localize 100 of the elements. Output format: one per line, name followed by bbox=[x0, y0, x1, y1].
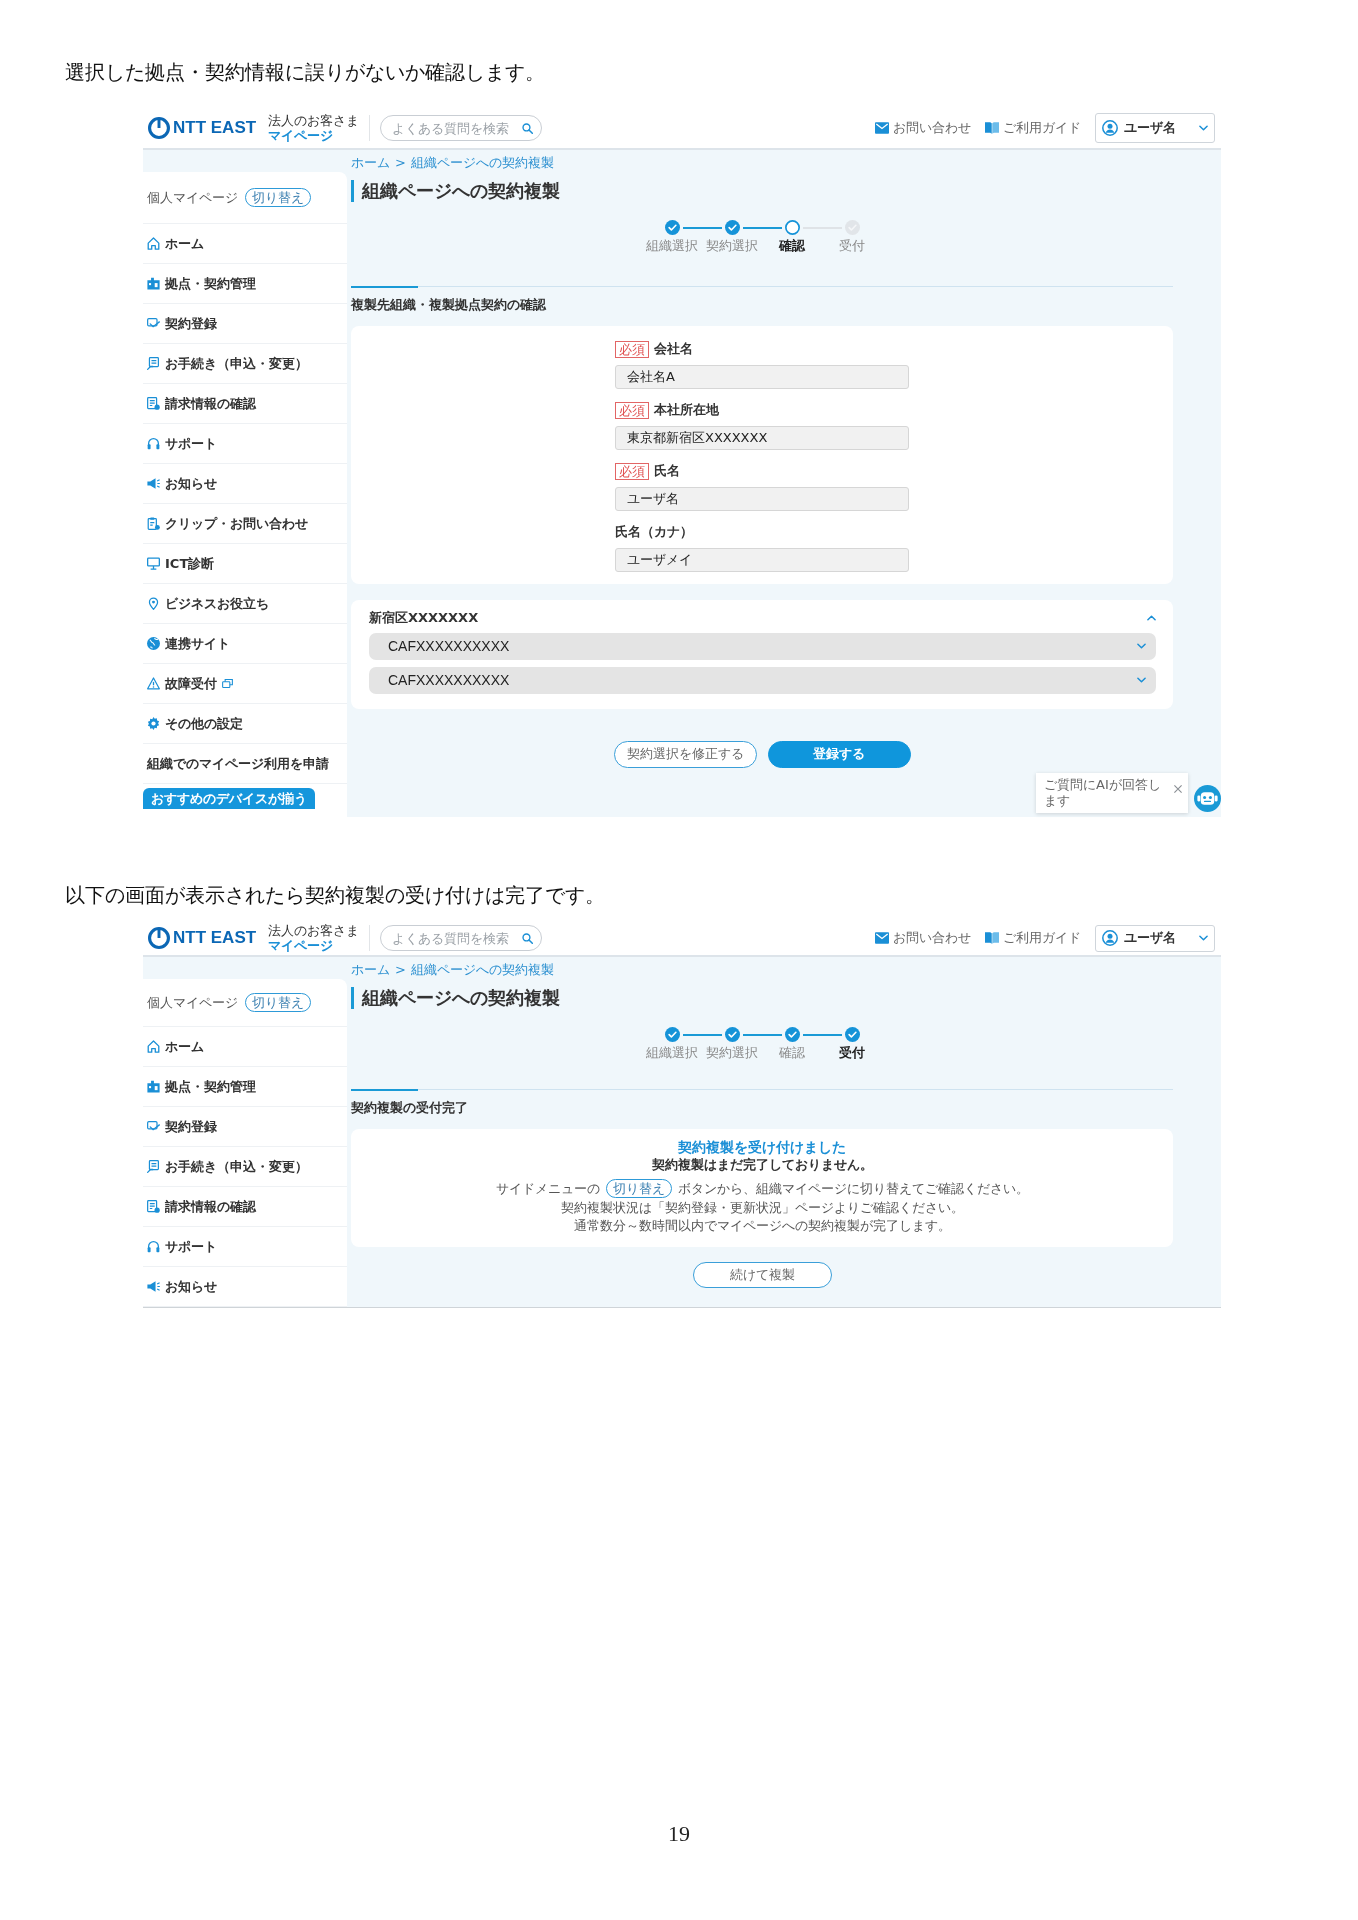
chevron-down-icon bbox=[1199, 125, 1208, 131]
service-subtitle: マイページ bbox=[268, 128, 334, 143]
step-label: 組織選択 bbox=[646, 1045, 698, 1060]
step-label: 受付 bbox=[839, 1045, 865, 1060]
text-field[interactable]: ユーザメイ bbox=[615, 547, 909, 572]
logo-text[interactable]: NTT EAST bbox=[173, 928, 257, 948]
step-label: 受付 bbox=[839, 238, 865, 253]
required-badge: 必須 bbox=[615, 401, 649, 419]
user-menu[interactable]: ユーザ名 bbox=[1095, 924, 1215, 952]
message-text: 契約複製状況は「契約登録・更新状況」ページよりご確認ください。 bbox=[560, 1198, 964, 1217]
switch-button[interactable]: 切り替え bbox=[245, 993, 311, 1012]
user-menu[interactable]: ユーザ名 bbox=[1095, 113, 1215, 143]
envelope-icon bbox=[875, 122, 889, 134]
sidebar-item[interactable]: 拠点・契約管理 bbox=[143, 264, 347, 304]
header-link[interactable]: ご利用ガイド bbox=[985, 929, 1081, 947]
sidebar-item[interactable]: ICT診断 bbox=[143, 544, 347, 584]
accordion-header[interactable]: 新宿区XXXXXXX bbox=[369, 608, 1156, 627]
contract-accordion-item[interactable]: CAFXXXXXXXXXX bbox=[369, 632, 1156, 660]
message-text: サイドメニューの bbox=[495, 1179, 600, 1198]
service-name: 法人のお客さま bbox=[268, 923, 360, 938]
globe-icon bbox=[147, 637, 160, 650]
message-text: ボタンから、組織マイページに切り替えてご確認ください。 bbox=[677, 1179, 1029, 1198]
outline-button[interactable]: 続けて複製 bbox=[692, 1261, 832, 1288]
sidebar-item[interactable]: 契約登録 bbox=[143, 1107, 347, 1147]
logo-text[interactable]: NTT EAST bbox=[173, 118, 257, 138]
form-icon bbox=[147, 357, 160, 370]
caption-text: 選択した拠点・契約情報に誤りがないか確認します。 bbox=[65, 60, 545, 86]
building-icon bbox=[147, 277, 160, 290]
step-connector bbox=[802, 1033, 842, 1036]
house-icon bbox=[147, 1040, 160, 1053]
header-link[interactable]: ご利用ガイド bbox=[985, 119, 1081, 137]
header-link[interactable]: お問い合わせ bbox=[875, 929, 971, 947]
headset-icon bbox=[147, 437, 160, 450]
logo-icon[interactable] bbox=[148, 117, 170, 139]
chat-message: ご質問にAIが回答します bbox=[1044, 777, 1162, 809]
sidebar-item[interactable]: ホーム bbox=[143, 1027, 347, 1067]
account-label: 個人マイページ bbox=[147, 993, 238, 1012]
message-heading: 契約複製を受け付けました bbox=[678, 1138, 846, 1156]
switch-button[interactable]: 切り替え bbox=[245, 188, 311, 207]
search-field[interactable]: よくある質問を検索 bbox=[380, 925, 543, 951]
step-connector bbox=[682, 1033, 722, 1036]
sidebar-item[interactable]: ビジネスお役立ち bbox=[143, 584, 347, 624]
sidebar-link[interactable]: 組織でのマイページ利用を申請 bbox=[143, 744, 347, 784]
text-field[interactable]: 東京都新宿区XXXXXXX bbox=[615, 425, 909, 450]
sidebar-item[interactable]: 連携サイト bbox=[143, 624, 347, 664]
contract-accordion-item[interactable]: CAFXXXXXXXXXX bbox=[369, 666, 1156, 694]
field-label: 会社名 bbox=[654, 340, 693, 358]
clipboard-icon bbox=[147, 517, 160, 530]
switch-button[interactable]: 切り替え bbox=[605, 1179, 672, 1198]
text-field[interactable]: ユーザ名 bbox=[615, 486, 909, 511]
step-label: 契約選択 bbox=[706, 238, 758, 253]
form-icon bbox=[147, 1160, 160, 1173]
account-label: 個人マイページ bbox=[147, 188, 238, 207]
page-title: 組織ページへの契約複製 bbox=[351, 987, 560, 1009]
service-name: 法人のお客さま bbox=[268, 113, 360, 128]
headset-icon bbox=[147, 1240, 160, 1253]
required-badge: 必須 bbox=[615, 462, 649, 480]
sidebar-item[interactable]: お手続き（申込・変更） bbox=[143, 344, 347, 384]
caption-text: 以下の画面が表示されたら契約複製の受け付けは完了です。 bbox=[65, 883, 605, 909]
step-label: 組織選択 bbox=[646, 238, 698, 253]
breadcrumb-current: 組織ページへの契約複製 bbox=[410, 962, 554, 977]
megaphone-icon bbox=[147, 1280, 160, 1293]
search-field[interactable]: よくある質問を検索 bbox=[380, 115, 543, 141]
sidebar-item[interactable]: お知らせ bbox=[143, 464, 347, 504]
pin-icon bbox=[147, 597, 160, 610]
gear-icon bbox=[147, 717, 160, 730]
sidebar-item[interactable]: クリップ・お問い合わせ bbox=[143, 504, 347, 544]
search-icon[interactable] bbox=[522, 932, 534, 944]
page-number: 19 bbox=[668, 1820, 690, 1848]
section-title: 契約複製の受付完了 bbox=[351, 1099, 468, 1116]
sidebar-item[interactable]: お手続き（申込・変更） bbox=[143, 1147, 347, 1187]
search-icon[interactable] bbox=[522, 122, 534, 134]
text-field[interactable]: 会社名A bbox=[615, 364, 909, 389]
sidebar-item[interactable]: その他の設定 bbox=[143, 704, 347, 744]
book-icon bbox=[985, 122, 999, 134]
field-label: 氏名 bbox=[654, 462, 680, 480]
sidebar-item[interactable]: 故障受付 bbox=[143, 664, 347, 704]
outline-button[interactable]: 契約選択を修正する bbox=[613, 740, 757, 768]
sidebar-item[interactable]: 請求情報の確認 bbox=[143, 384, 347, 424]
document-icon bbox=[147, 1200, 160, 1213]
breadcrumb-separator: > bbox=[395, 962, 406, 977]
sidebar-item[interactable]: サポート bbox=[143, 424, 347, 464]
sidebar-item[interactable]: お知らせ bbox=[143, 1267, 347, 1307]
sidebar-item[interactable]: 契約登録 bbox=[143, 304, 347, 344]
sidebar-item[interactable]: サポート bbox=[143, 1227, 347, 1267]
close-icon[interactable] bbox=[1174, 785, 1182, 793]
header-link[interactable]: お問い合わせ bbox=[875, 119, 971, 137]
document-icon bbox=[147, 397, 160, 410]
step-connector bbox=[682, 226, 722, 229]
envelope-icon bbox=[875, 932, 889, 944]
user-avatar-icon bbox=[1102, 930, 1118, 946]
breadcrumb-separator: > bbox=[395, 155, 406, 170]
robot-icon[interactable] bbox=[1194, 785, 1221, 812]
message-subheading: 契約複製はまだ完了しておりません。 bbox=[651, 1155, 873, 1173]
sidebar-item[interactable]: 拠点・契約管理 bbox=[143, 1067, 347, 1107]
sidebar-item[interactable]: 請求情報の確認 bbox=[143, 1187, 347, 1227]
breadcrumb-current: 組織ページへの契約複製 bbox=[410, 155, 554, 170]
sidebar-item[interactable]: ホーム bbox=[143, 224, 347, 264]
logo-icon[interactable] bbox=[148, 927, 170, 949]
required-badge: 必須 bbox=[615, 340, 649, 358]
